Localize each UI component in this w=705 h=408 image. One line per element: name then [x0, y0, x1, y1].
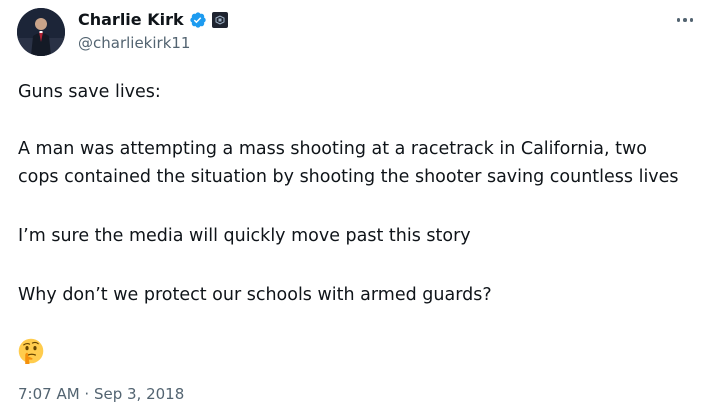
display-name[interactable]: Charlie Kirk — [78, 10, 184, 30]
tweet-card: Charlie Kirk @charliekirk11 Guns save li… — [0, 0, 705, 408]
tweet-timestamp[interactable]: 7:07 AM · Sep 3, 2018 — [18, 384, 184, 404]
tweet-paragraph: Guns save lives: — [18, 82, 161, 102]
more-options-icon[interactable] — [670, 10, 700, 30]
author-handle[interactable]: @charliekirk11 — [78, 34, 190, 52]
author-name-row: Charlie Kirk — [78, 9, 228, 31]
tweet-paragraph: A man was attempting a mass shooting at … — [18, 139, 647, 159]
tweet-paragraph: I’m sure the media will quickly move pas… — [18, 226, 471, 246]
tweet-paragraph: Why don’t we protect our schools with ar… — [18, 285, 492, 305]
verified-badge-icon — [189, 11, 207, 29]
thinking-face-emoji-icon — [18, 338, 44, 364]
tweet-paragraph: cops contained the situation by shooting… — [18, 167, 679, 187]
avatar[interactable] — [17, 8, 65, 56]
organization-badge-icon[interactable] — [211, 12, 228, 28]
